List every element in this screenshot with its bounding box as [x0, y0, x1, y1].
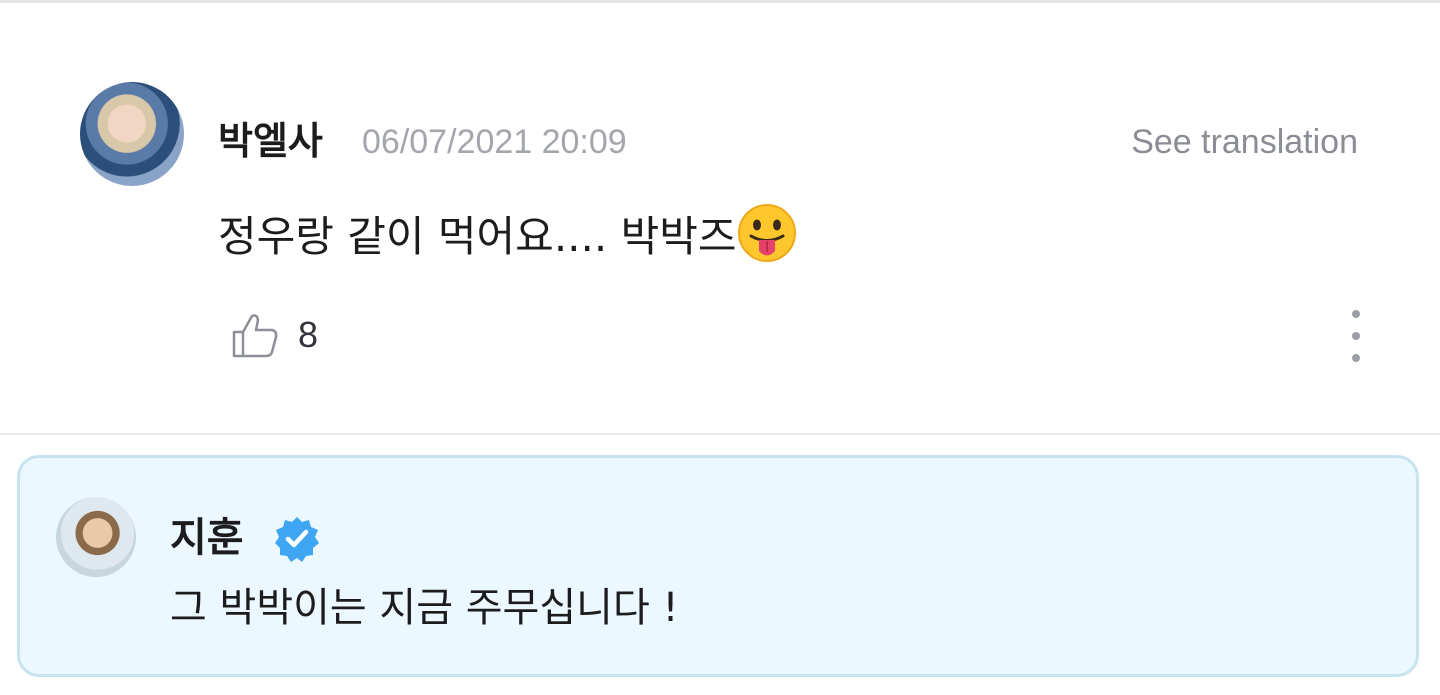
see-translation-link[interactable]: See translation	[1131, 120, 1358, 164]
tongue-face-emoji-icon	[737, 204, 796, 262]
verified-badge-icon	[275, 517, 319, 562]
more-options-button[interactable]	[1340, 310, 1372, 362]
like-count: 8	[298, 314, 319, 355]
reply-text: 그 박박이는 지금 주무십니다 !	[170, 585, 679, 631]
comment-text-body: 정우랑 같이 먹어요.... 박박즈	[218, 212, 737, 261]
comment-text: 정우랑 같이 먹어요.... 박박즈	[218, 203, 797, 267]
reply-author-avatar[interactable]	[56, 497, 136, 577]
more-vertical-icon-dot	[1352, 332, 1360, 340]
comment-timestamp: 06/07/2021 20:09	[362, 123, 627, 161]
reply-card	[17, 455, 1419, 677]
reply-author[interactable]: 지훈	[170, 512, 244, 564]
thumbs-up-icon	[232, 314, 278, 358]
comment-author[interactable]: 박엘사	[218, 115, 323, 167]
more-vertical-icon-dot	[1352, 354, 1360, 362]
like-button[interactable]: 8	[230, 305, 318, 365]
more-vertical-icon-dot	[1352, 310, 1360, 318]
section-divider	[0, 433, 1440, 435]
commenter-avatar[interactable]	[80, 82, 184, 186]
